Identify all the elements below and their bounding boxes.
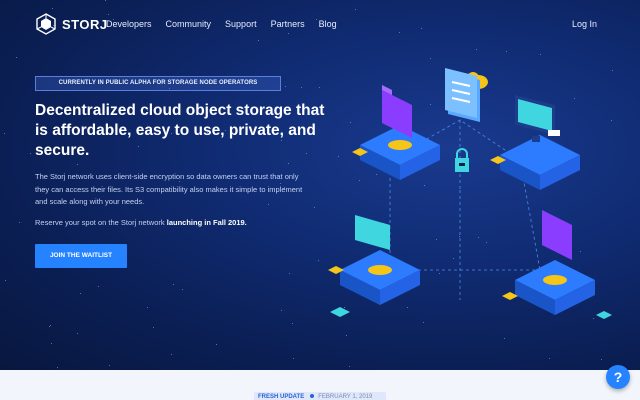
nav-developers[interactable]: Developers — [106, 19, 152, 29]
star — [49, 325, 51, 327]
join-waitlist-button[interactable]: JOIN THE WAITLIST — [35, 244, 127, 268]
reserve-launch-date: launching in Fall 2019. — [166, 218, 247, 227]
star — [57, 366, 59, 368]
star — [80, 293, 82, 295]
star — [15, 57, 17, 59]
storage-node-4 — [515, 210, 595, 315]
storage-node-1 — [360, 85, 440, 180]
star — [313, 207, 315, 209]
star — [76, 332, 78, 334]
star — [539, 53, 541, 55]
document-icon — [445, 68, 480, 122]
star — [109, 364, 111, 366]
star — [5, 279, 7, 281]
star — [505, 50, 507, 52]
star — [549, 358, 551, 360]
nav-partners[interactable]: Partners — [271, 19, 305, 29]
star — [601, 358, 603, 360]
star — [348, 366, 350, 368]
updates-strip: FRESH UPDATE FEBRUARY 1, 2019 — [0, 370, 640, 400]
nav-community[interactable]: Community — [166, 19, 212, 29]
login-link[interactable]: Log In — [572, 19, 597, 29]
star — [152, 327, 154, 329]
hero-headline: Decentralized cloud object storage that … — [35, 102, 325, 159]
star — [293, 357, 295, 359]
star — [285, 86, 287, 88]
star — [503, 338, 505, 340]
storj-logo-icon — [36, 13, 56, 35]
update-date: FEBRUARY 1, 2019 — [318, 394, 373, 400]
fresh-update-pill[interactable]: FRESH UPDATE FEBRUARY 1, 2019 — [254, 392, 386, 400]
star — [4, 133, 6, 135]
update-label: FRESH UPDATE — [258, 394, 305, 400]
brand-name: STORJ — [62, 16, 108, 32]
hero-description: The Storj network uses client-side encry… — [35, 172, 303, 206]
reserve-prefix: Reserve your spot on the Storj network — [35, 218, 167, 227]
star — [292, 322, 293, 324]
reserve-text: Reserve your spot on the Storj network l… — [35, 218, 325, 227]
storage-node-3 — [340, 215, 420, 305]
nav-links: Developers Community Support Partners Bl… — [106, 19, 351, 29]
top-nav: STORJ Developers Community Support Partn… — [0, 0, 640, 50]
star — [345, 335, 347, 337]
star — [18, 222, 20, 224]
star — [182, 289, 184, 291]
star — [216, 344, 218, 346]
star — [98, 285, 100, 287]
nav-support[interactable]: Support — [225, 19, 257, 29]
star — [50, 342, 52, 344]
star — [147, 307, 149, 309]
star — [30, 152, 32, 154]
star — [288, 273, 290, 275]
network-illustration — [328, 68, 612, 319]
separator-dot — [310, 394, 315, 399]
help-icon[interactable]: ? — [606, 365, 630, 389]
star — [173, 283, 175, 285]
hero-section: STORJ Developers Community Support Partn… — [0, 0, 640, 370]
logo[interactable]: STORJ — [35, 13, 108, 35]
star — [301, 87, 303, 89]
star — [280, 310, 282, 312]
nav-blog[interactable]: Blog — [319, 19, 337, 29]
star — [288, 162, 290, 164]
star — [50, 325, 52, 327]
lock-icon — [455, 148, 469, 172]
star — [170, 353, 172, 355]
star — [77, 164, 79, 166]
alpha-badge[interactable]: CURRENTLY IN PUBLIC ALPHA FOR STORAGE NO… — [35, 76, 281, 91]
storage-node-2 — [500, 95, 580, 190]
